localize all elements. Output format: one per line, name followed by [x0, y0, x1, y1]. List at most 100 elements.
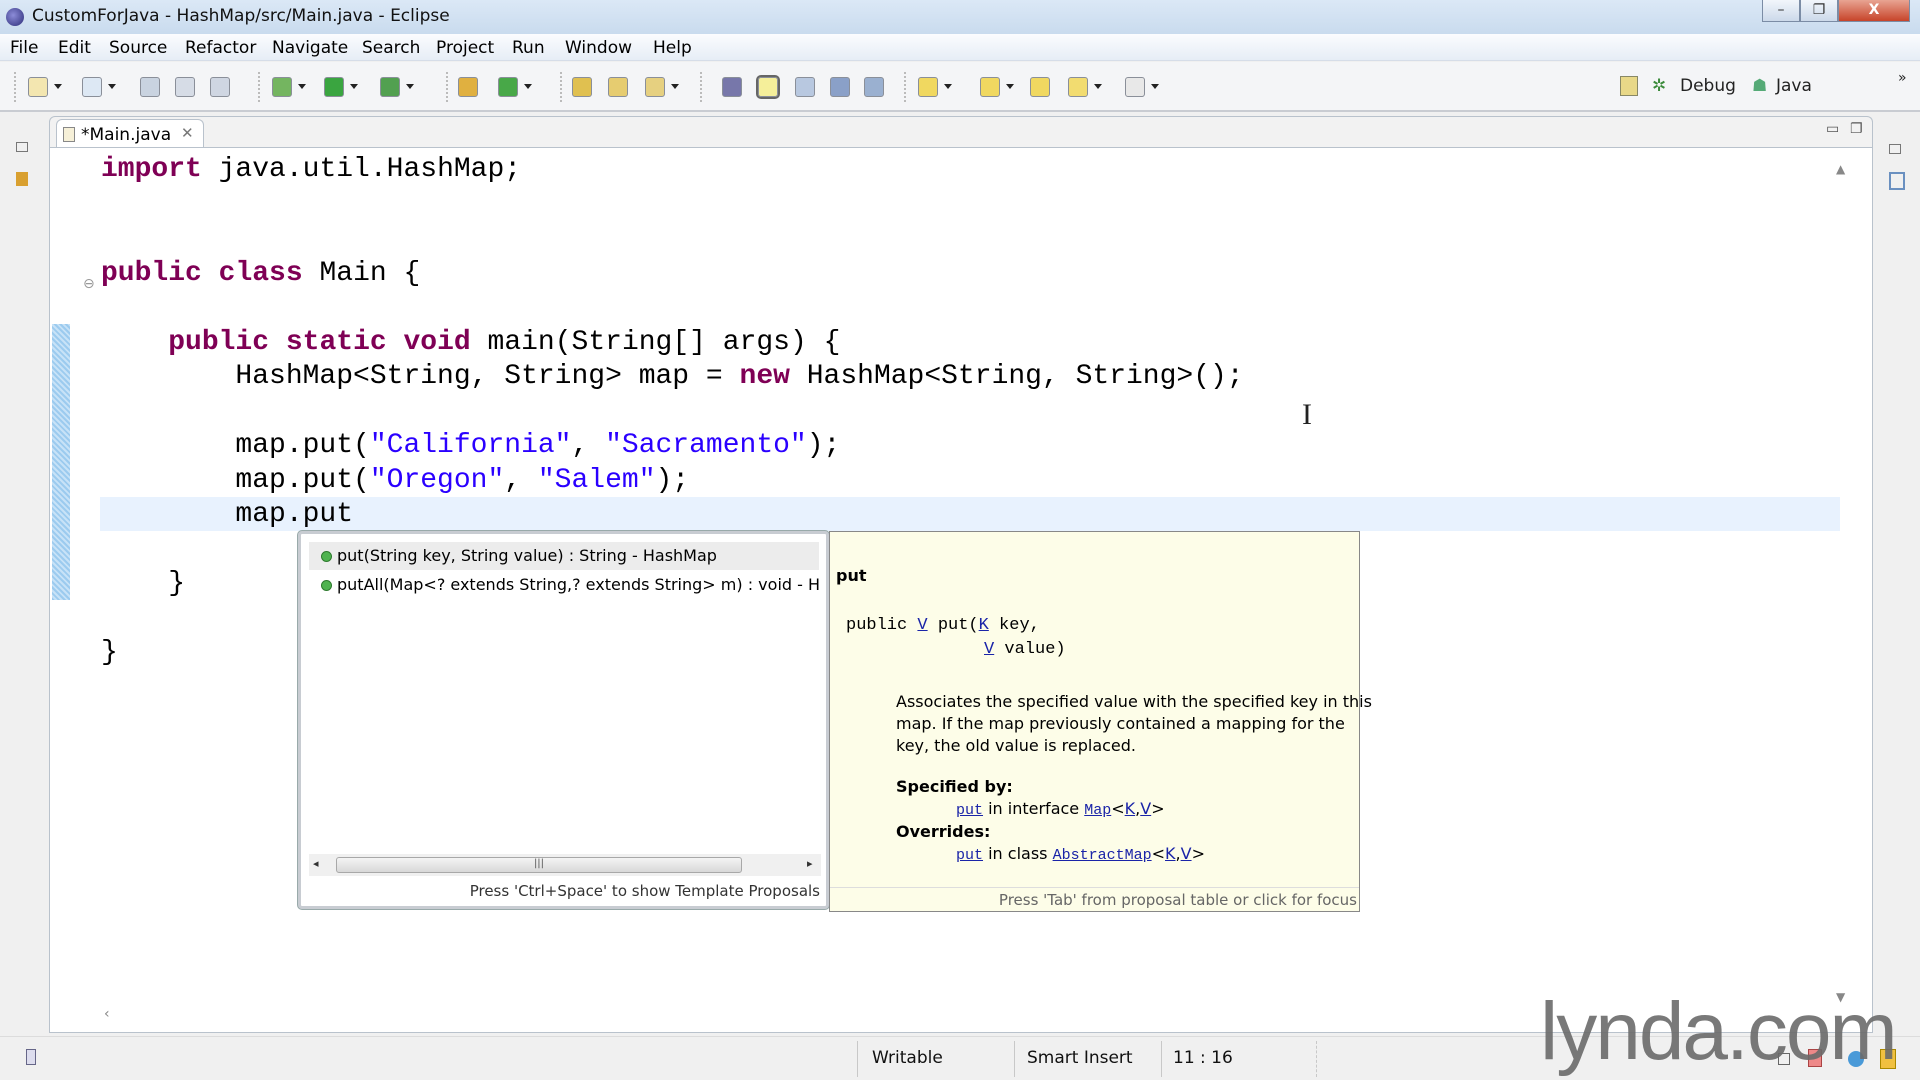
restore-view-icon[interactable]	[16, 142, 28, 152]
javadoc-popup[interactable]: put public V put(K key, V value) Associa…	[829, 531, 1372, 912]
type-link-k[interactable]: K	[979, 616, 989, 635]
show-source-icon[interactable]	[864, 77, 884, 97]
external-tools-icon[interactable]	[380, 77, 400, 97]
code-line[interactable]: HashMap<String, String> map = new HashMa…	[101, 360, 1244, 395]
code-line[interactable]: import java.util.HashMap;	[101, 153, 521, 188]
fast-view-icon[interactable]	[26, 1049, 36, 1065]
menu-run[interactable]: Run	[512, 38, 545, 58]
type-link-v[interactable]: V	[917, 616, 927, 635]
close-tab-icon[interactable]: ✕	[181, 124, 194, 142]
code-line[interactable]: public class Main {	[101, 257, 420, 292]
menu-edit[interactable]: Edit	[58, 38, 91, 58]
forward-icon[interactable]	[1125, 77, 1145, 97]
package-explorer-icon[interactable]	[16, 172, 28, 186]
code-line[interactable]: }	[101, 636, 118, 671]
put-link[interactable]: put	[956, 847, 983, 864]
proposal-item[interactable]: put(String key, String value) : String -…	[309, 542, 819, 570]
scroll-left-icon[interactable]: ◂	[313, 857, 319, 870]
show-whitespace-icon[interactable]	[830, 77, 850, 97]
block-selection-icon[interactable]	[795, 77, 815, 97]
proposal-item[interactable]: putAll(Map<? extends String,? extends St…	[309, 571, 819, 599]
divider	[1014, 1041, 1015, 1077]
toolbar-separator	[258, 72, 260, 102]
dropdown-arrow-icon[interactable]	[54, 84, 62, 89]
dropdown-arrow-icon[interactable]	[671, 84, 679, 89]
dropdown-arrow-icon[interactable]	[406, 84, 414, 89]
code-text: HashMap<String, String>();	[789, 361, 1244, 392]
code-line[interactable]: map.put("Oregon", "Salem");	[101, 464, 689, 499]
dropdown-arrow-icon[interactable]	[1094, 84, 1102, 89]
type-link-k[interactable]: K	[1125, 799, 1136, 818]
dropdown-arrow-icon[interactable]	[350, 84, 358, 89]
run-icon[interactable]	[324, 77, 344, 97]
tab-main-java[interactable]: *Main.java ✕	[56, 119, 204, 149]
new-wizard-icon[interactable]	[28, 77, 48, 97]
debug-perspective-button[interactable]: Debug	[1680, 76, 1736, 96]
print-icon[interactable]	[210, 77, 230, 97]
code-line[interactable]: }	[101, 567, 185, 602]
type-link-v[interactable]: V	[1140, 799, 1151, 818]
open-perspective-icon[interactable]	[1620, 76, 1638, 96]
scrollbar-thumb[interactable]: |||	[336, 857, 742, 873]
search-icon[interactable]	[645, 77, 665, 97]
overrides-heading: Overrides:	[896, 822, 991, 841]
scroll-right-icon[interactable]: ▸	[807, 857, 813, 870]
minimize-button[interactable]: –	[1762, 0, 1800, 22]
code-line[interactable]: map.put	[101, 498, 353, 533]
title-bar: CustomForJava - HashMap/src/Main.java - …	[0, 0, 1920, 34]
menu-window[interactable]: Window	[565, 38, 632, 58]
code-line[interactable]: map.put("California", "Sacramento");	[101, 429, 840, 464]
dropdown-arrow-icon[interactable]	[1006, 84, 1014, 89]
save-icon[interactable]	[140, 77, 160, 97]
close-button[interactable]: X	[1838, 0, 1910, 22]
maximize-editor-icon[interactable]: ❐	[1850, 121, 1863, 137]
restore-view-icon[interactable]	[1889, 144, 1901, 154]
fold-collapse-icon[interactable]: ⊖	[83, 276, 95, 292]
dropdown-arrow-icon[interactable]	[944, 84, 952, 89]
menu-search[interactable]: Search	[362, 38, 420, 58]
lynda-watermark: lynda.com	[1540, 986, 1898, 1077]
new-java-project-icon[interactable]	[82, 77, 102, 97]
java-perspective-button[interactable]: Java	[1776, 76, 1812, 96]
scroll-left-arrow[interactable]: ‹	[104, 1006, 110, 1022]
new-java-package-icon[interactable]	[458, 77, 478, 97]
last-edit-location-icon[interactable]	[1030, 77, 1050, 97]
next-annotation-icon[interactable]	[918, 77, 938, 97]
type-link-v[interactable]: V	[1181, 844, 1192, 863]
back-icon[interactable]	[1068, 77, 1088, 97]
open-type-icon[interactable]	[572, 77, 592, 97]
dropdown-arrow-icon[interactable]	[108, 84, 116, 89]
menu-help[interactable]: Help	[653, 38, 692, 58]
menu-project[interactable]: Project	[436, 38, 494, 58]
type-link-v[interactable]: V	[984, 640, 994, 659]
more-perspectives-button[interactable]: »	[1898, 70, 1907, 86]
dropdown-arrow-icon[interactable]	[1151, 84, 1159, 89]
map-link[interactable]: Map	[1084, 802, 1111, 819]
type-link-k[interactable]: K	[1165, 844, 1176, 863]
restore-button[interactable]: ❐	[1800, 0, 1838, 22]
debug-icon[interactable]	[272, 77, 292, 97]
open-resource-icon[interactable]	[608, 77, 628, 97]
minimize-editor-icon[interactable]: ▭	[1826, 121, 1839, 137]
code-line[interactable]: public static void main(String[] args) {	[101, 326, 840, 361]
mark-occurrences-icon[interactable]	[756, 75, 780, 99]
menu-navigate[interactable]: Navigate	[272, 38, 348, 58]
toggle-breadcrumb-icon[interactable]	[722, 77, 742, 97]
previous-annotation-icon[interactable]	[980, 77, 1000, 97]
scroll-up-arrow[interactable]: ▲	[1836, 162, 1845, 176]
outline-icon[interactable]	[1889, 172, 1905, 190]
keyword: import	[101, 154, 202, 185]
code-text: );	[806, 430, 841, 461]
proposal-hscrollbar[interactable]: ◂ ||| ▸	[309, 854, 821, 876]
save-all-icon[interactable]	[175, 77, 195, 97]
keyword: class	[218, 257, 303, 289]
abstractmap-link[interactable]: AbstractMap	[1053, 847, 1152, 864]
dropdown-arrow-icon[interactable]	[524, 84, 532, 89]
tab-label: *Main.java	[81, 125, 172, 145]
put-link[interactable]: put	[956, 802, 983, 819]
dropdown-arrow-icon[interactable]	[298, 84, 306, 89]
menu-refactor[interactable]: Refactor	[185, 38, 256, 58]
menu-source[interactable]: Source	[109, 38, 167, 58]
menu-file[interactable]: File	[10, 38, 38, 58]
new-java-class-icon[interactable]	[498, 77, 518, 97]
